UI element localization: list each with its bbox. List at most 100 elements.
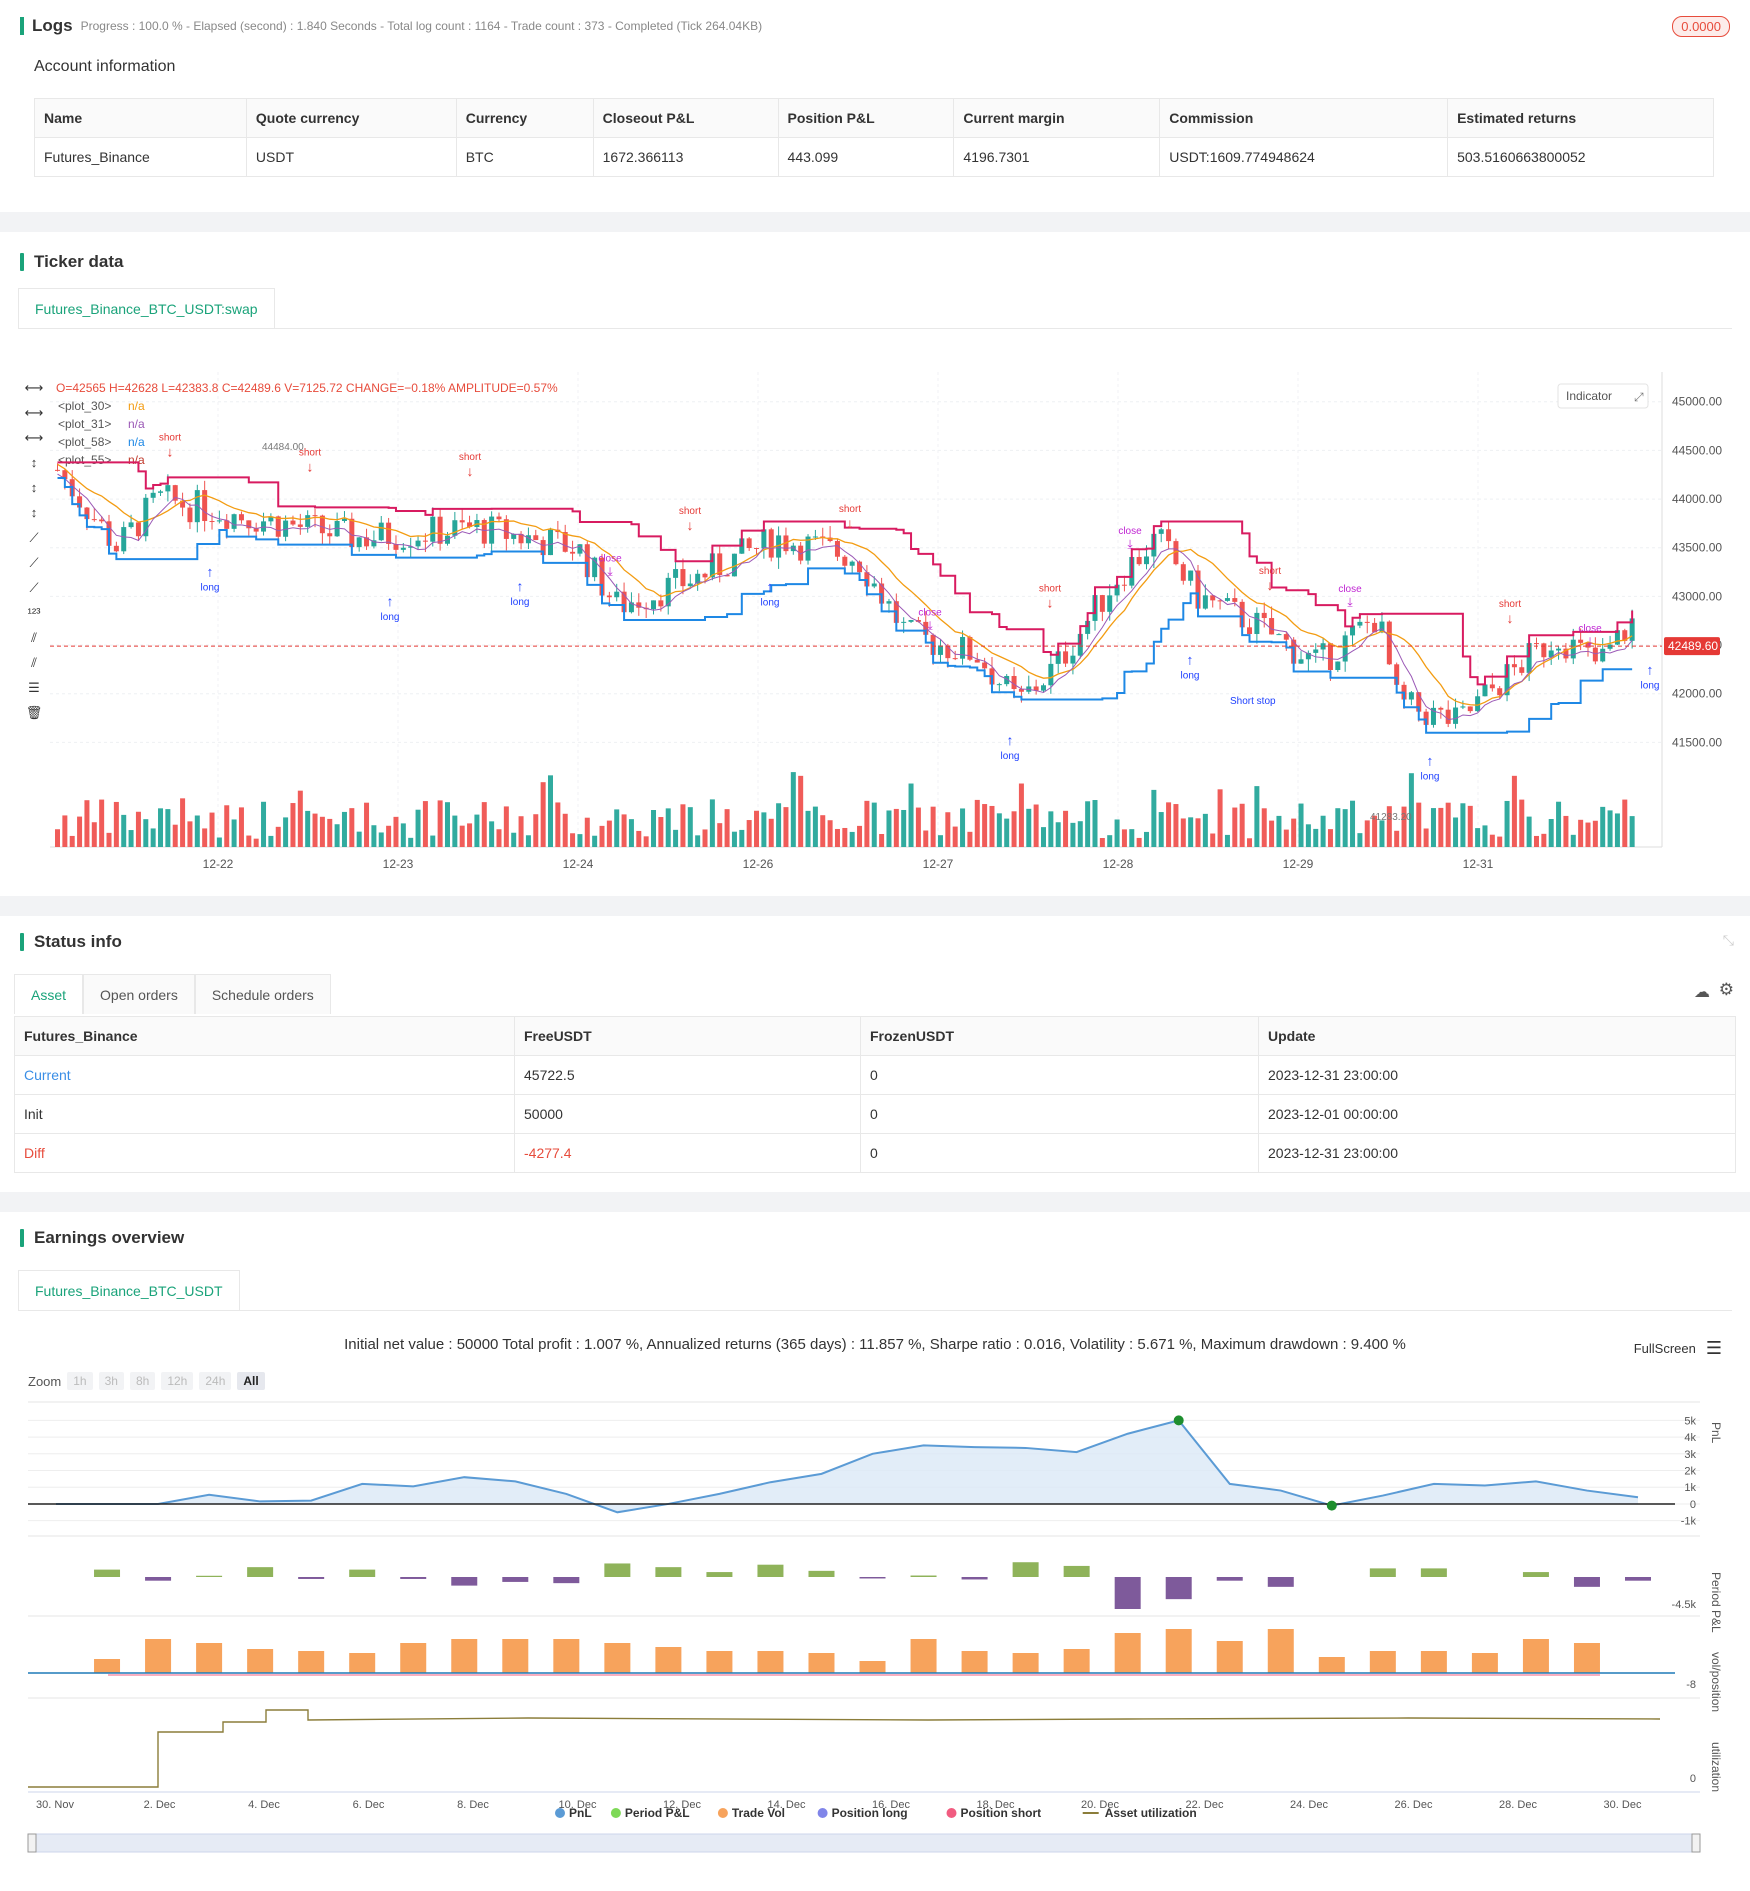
max-point	[1173, 1415, 1184, 1426]
drawing-tool-icon[interactable]: ⟷	[25, 380, 44, 395]
close-marker: close	[918, 607, 942, 618]
legend-swatch	[946, 1808, 957, 1818]
navigator-right-handle[interactable]	[1691, 1833, 1701, 1853]
trade-vol-bar	[1165, 1629, 1192, 1673]
date-tick: 12-29	[1283, 857, 1314, 871]
arrow-up-icon: ↑	[207, 563, 214, 579]
drawing-tool-icon[interactable]: ⟷	[25, 430, 44, 445]
drawing-tool-icon[interactable]: ↕	[31, 505, 38, 520]
arrow-up-icon: ↑	[517, 578, 524, 594]
zoom-12h[interactable]: 12h	[161, 1372, 194, 1390]
account-col-5: Current margin	[953, 98, 1161, 138]
settings-icon[interactable]: ⚙	[1719, 980, 1734, 1000]
navigator-left-handle[interactable]	[27, 1833, 37, 1853]
account-col-1: Quote currency	[245, 98, 457, 138]
zoom-3h[interactable]: 3h	[98, 1372, 124, 1390]
short-marker: short	[1499, 599, 1521, 610]
drawing-tool-icon[interactable]: ↕	[31, 455, 38, 470]
close-marker: close	[1118, 526, 1142, 537]
period-bar	[400, 1577, 427, 1579]
legend-swatch	[717, 1808, 728, 1818]
arrow-down-icon: ↓	[847, 515, 854, 531]
drawing-tool-icon[interactable]: ⟋	[29, 555, 39, 570]
collapse-icon[interactable]: ⤡	[1723, 932, 1734, 949]
period-bar	[1522, 1572, 1549, 1577]
period-bar	[1267, 1577, 1294, 1587]
short-marker: short	[459, 452, 481, 463]
ticker-title: Ticker data	[34, 252, 124, 271]
drawing-tool-icon[interactable]: ⟋	[29, 580, 39, 595]
trade-vol-bar	[1216, 1641, 1243, 1673]
menu-icon[interactable]: ☰	[1706, 1338, 1722, 1359]
legend-label[interactable]: Asset utilization	[1105, 1806, 1197, 1820]
drawing-tool-icon[interactable]: ☰	[28, 680, 40, 695]
tab-schedule-orders[interactable]: Schedule orders	[194, 974, 331, 1014]
col-name: Futures_Binance	[14, 1016, 515, 1056]
pnl-tick: 2k	[1684, 1466, 1696, 1478]
zoom-1h[interactable]: 1h	[67, 1372, 93, 1390]
row-init-free: 50000	[514, 1094, 861, 1134]
trade-vol-bar	[400, 1643, 427, 1673]
fullscreen-label: FullScreen	[1633, 1341, 1696, 1356]
arrow-up-icon: ↑	[1007, 732, 1014, 748]
row-current-update: 2023-12-31 23:00:00	[1258, 1055, 1736, 1095]
row-diff-update: 2023-12-31 23:00:00	[1258, 1133, 1736, 1173]
arrow-down-icon: ↓	[167, 444, 174, 460]
close-arrow-icon: ⤓	[607, 565, 613, 579]
period-bar	[145, 1577, 172, 1581]
range-navigator[interactable]	[27, 1833, 1701, 1853]
short-marker: short	[159, 433, 181, 444]
trade-vol-bar	[145, 1639, 172, 1673]
vol-tick: -8	[1686, 1679, 1696, 1691]
period-bar	[808, 1570, 835, 1577]
drawing-tool-icon[interactable]: ⫽	[30, 630, 37, 645]
row-diff-frozen: 0	[860, 1133, 1259, 1173]
drawing-tool-icon[interactable]: 🗑	[26, 705, 43, 720]
drawing-tool-icon[interactable]: ⟷	[25, 405, 44, 420]
drawing-tool-icon[interactable]: ⫽	[30, 655, 37, 670]
period-bar	[1625, 1577, 1651, 1581]
tab-earnings-symbol[interactable]: Futures_Binance_BTC_USDT	[18, 1270, 240, 1310]
long-marker: long	[761, 597, 780, 608]
period-bar	[655, 1567, 682, 1577]
account-col-4: Position P&L	[777, 98, 955, 138]
account-cell-7: 503.5160663800052	[1447, 137, 1714, 177]
period-tick: -4.5k	[1672, 1599, 1697, 1611]
legend-label[interactable]: Period P&L	[625, 1806, 690, 1820]
cloud-icon[interactable]: ☁	[1694, 982, 1710, 1002]
date-tick: 12-31	[1463, 857, 1494, 871]
trade-vol-bar	[553, 1639, 580, 1673]
earnings-title: Earnings overview	[34, 1228, 185, 1247]
tab-ticker-symbol[interactable]: Futures_Binance_BTC_USDT:swap	[18, 288, 275, 328]
high-label: 44484.00	[262, 442, 304, 453]
tab-open-orders[interactable]: Open orders	[83, 974, 195, 1014]
legend-label[interactable]: Position long	[832, 1806, 908, 1820]
earnings-chart[interactable]: 5k 4k 3k 2k 1k 0 -1k -4.5k -8 0 PnL Period P&L vol/p…	[0, 1362, 1750, 1882]
drawing-tool-icon[interactable]: ¹²³	[28, 605, 42, 620]
drawing-tool-icon[interactable]: ⟋	[29, 530, 39, 545]
row-current-name[interactable]: Current	[14, 1055, 515, 1095]
zoom-24h[interactable]: 24h	[199, 1372, 232, 1390]
row-diff-free: -4277.4	[514, 1133, 861, 1173]
account-title: Account information	[34, 58, 176, 75]
expand-icon[interactable]: ⤢	[1633, 390, 1644, 404]
zoom-8h[interactable]: 8h	[129, 1372, 156, 1390]
account-table: Name Quote currency Currency Closeout P&L Po…	[34, 98, 1714, 177]
legend-label[interactable]: Trade Vol	[732, 1806, 785, 1820]
legend-label[interactable]: Position short	[961, 1806, 1042, 1820]
tab-asset[interactable]: Asset	[14, 974, 84, 1014]
candlestick-chart[interactable]: 45000.00 44500.00 44000.00 43500.00 43000.00…	[0, 332, 1750, 892]
fullscreen-button[interactable]: FullScreen ☰	[1634, 1338, 1722, 1359]
earnings-date-tick: 2. Dec	[144, 1799, 176, 1811]
account-cell-2: BTC	[455, 137, 594, 177]
trade-vol-bar	[706, 1651, 733, 1673]
short-stop-marker: Short stop	[1230, 696, 1276, 707]
legend-label[interactable]: PnL	[569, 1806, 592, 1820]
y-axis-label: Period P&L	[1709, 1572, 1723, 1633]
zoom-all[interactable]: All	[237, 1372, 265, 1390]
date-tick: 12-22	[203, 857, 234, 871]
logs-progress: Progress : 100.0 % - Elapsed (second) : …	[80, 19, 763, 33]
row-init-name: Init	[14, 1094, 515, 1134]
drawing-tool-icon[interactable]: ↕	[31, 480, 38, 495]
y-axis-label: PnL	[1709, 1422, 1723, 1444]
